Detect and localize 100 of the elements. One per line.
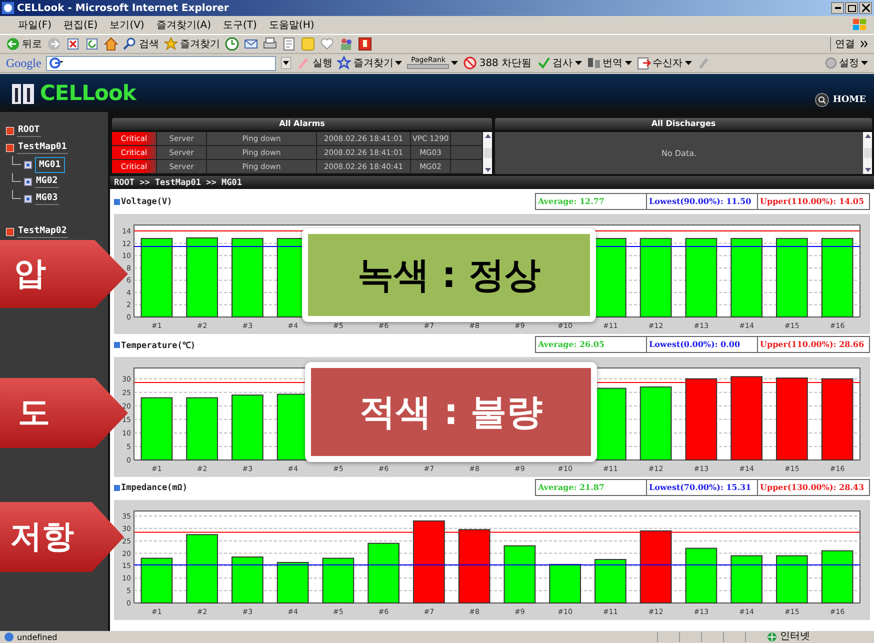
caret-icon: [624, 59, 632, 67]
node-icon: [24, 160, 32, 168]
caret-icon: [861, 59, 868, 67]
toolbar-button[interactable]: 검사: [536, 56, 582, 70]
caret-icon: [684, 59, 692, 67]
minimize-button[interactable]: [831, 2, 844, 14]
logo-icon: [12, 82, 34, 104]
close-button[interactable]: [859, 2, 872, 14]
menu-item[interactable]: 보기(V): [110, 18, 144, 32]
window-title: CELLook - Microsoft Internet Explorer: [17, 2, 230, 14]
square-icon[interactable]: [358, 37, 372, 51]
tree-item[interactable]: ROOT: [17, 124, 41, 137]
bullet-icon: [114, 484, 120, 490]
printer-icon[interactable]: [263, 37, 277, 51]
check-icon: [536, 56, 551, 70]
menu-item[interactable]: 도움말(H): [268, 18, 314, 32]
up-arrow-icon: [484, 132, 492, 140]
caret-icon: [574, 59, 582, 67]
stat-value: Lowest(0.00%): 0.00: [647, 337, 758, 352]
clock-icon[interactable]: [225, 37, 239, 51]
bullet-icon: [114, 342, 120, 348]
maximize-icon: [848, 4, 856, 12]
status-text: undefined: [17, 632, 58, 642]
app-logo: CELLook: [40, 81, 136, 105]
toolbar-button[interactable]: 검색: [123, 37, 159, 51]
toolbar-button[interactable]: 즐겨찾기: [337, 56, 402, 70]
node-icon: [24, 194, 32, 202]
toolbar-button[interactable]: 뒤로: [6, 37, 42, 51]
toolbar-button[interactable]: 실행: [296, 56, 332, 70]
tree-item[interactable]: MG02: [35, 175, 59, 188]
close-icon: [862, 4, 870, 12]
folder-icon: [6, 228, 14, 236]
scrollbar[interactable]: [483, 132, 492, 174]
chart-title: Voltage(V): [121, 196, 172, 206]
menu-item[interactable]: 파일(F): [18, 18, 52, 32]
search-icon: [814, 93, 829, 107]
windows-logo-icon: [852, 18, 868, 32]
google-logo: Google: [6, 56, 42, 70]
home-icon[interactable]: [104, 37, 118, 51]
stat-value: Average: 12.77: [536, 194, 647, 209]
search-field[interactable]: [46, 56, 276, 70]
back-arrow-icon: [6, 37, 20, 51]
search-icon: [123, 37, 137, 51]
node-icon: [24, 178, 32, 186]
empty-message: No Data.: [661, 148, 697, 158]
caret-icon: [451, 59, 458, 67]
panel-header: All Discharges: [495, 118, 872, 130]
scrollbar[interactable]: [863, 132, 872, 174]
stat-value: Average: 21.87: [536, 480, 647, 495]
refresh-icon[interactable]: [85, 37, 99, 51]
caret-icon: [395, 59, 402, 67]
stop-icon[interactable]: [66, 37, 80, 51]
minimize-icon: [834, 7, 840, 9]
dropdown-arrow-icon[interactable]: [281, 57, 292, 69]
panel-header: All Alarms: [112, 118, 492, 130]
tree-item[interactable]: MG03: [35, 192, 59, 205]
up-arrow-icon: [864, 132, 872, 140]
tree-item[interactable]: TestMap02: [17, 225, 68, 238]
maximize-button[interactable]: [845, 2, 858, 14]
stat-value: Upper(130.00%): 28.43: [759, 481, 866, 494]
menu-item[interactable]: 도구(T): [223, 18, 257, 32]
stat-value: Lowest(90.00%): 11.50: [647, 194, 758, 209]
chart-title: Impedance(mΩ): [121, 482, 188, 492]
menu-item[interactable]: 편집(E): [64, 18, 98, 32]
folder-icon: [6, 144, 14, 152]
breadcrumb: ROOT >> TestMap01 >> MG01: [114, 178, 242, 188]
tree-item[interactable]: TestMap01: [17, 141, 68, 154]
stat-value: Upper(110.00%): 14.05: [759, 195, 866, 208]
down-arrow-icon: [864, 166, 872, 174]
star-icon: [164, 37, 178, 51]
stat-value: Lowest(70.00%): 15.31: [647, 480, 758, 495]
callout-box: 적색 : 불량: [305, 362, 597, 462]
chart-title: Temperature(℃): [121, 340, 196, 350]
g-logo-icon: [49, 57, 64, 69]
tree-item[interactable]: MG01: [35, 156, 65, 172]
toolbar-button[interactable]: 388 차단됨: [463, 56, 532, 70]
callout-box: 녹색 : 정상: [302, 228, 596, 322]
toolbar-button[interactable]: 수신자: [636, 56, 692, 70]
home-button[interactable]: HOME: [814, 93, 866, 107]
page-icon: [4, 632, 14, 642]
menu-item[interactable]: 즐겨찾기(A): [156, 18, 211, 32]
envelope-icon[interactable]: [244, 37, 258, 51]
heart-icon[interactable]: [320, 37, 334, 51]
toolbar-button[interactable]: 즐겨찾기: [164, 37, 220, 51]
chevron-icon[interactable]: [860, 39, 868, 49]
stat-value: Upper(110.00%): 28.66: [759, 338, 866, 351]
zone-label: 인터넷: [780, 632, 811, 642]
browser-icon: [2, 2, 14, 14]
document-icon[interactable]: [282, 37, 296, 51]
people-icon[interactable]: [339, 37, 353, 51]
down-arrow-icon: [484, 166, 492, 174]
settings-button[interactable]: 설정: [825, 56, 868, 70]
blocked-icon: [463, 56, 478, 70]
toolbar-button[interactable]: 번역: [586, 56, 632, 70]
links-button[interactable]: 연결: [830, 37, 855, 51]
bullet-icon: [114, 198, 120, 204]
folder-icon: [6, 126, 14, 134]
star-icon: [337, 56, 352, 70]
send-icon: [636, 56, 651, 70]
circle-icon: [825, 57, 837, 69]
